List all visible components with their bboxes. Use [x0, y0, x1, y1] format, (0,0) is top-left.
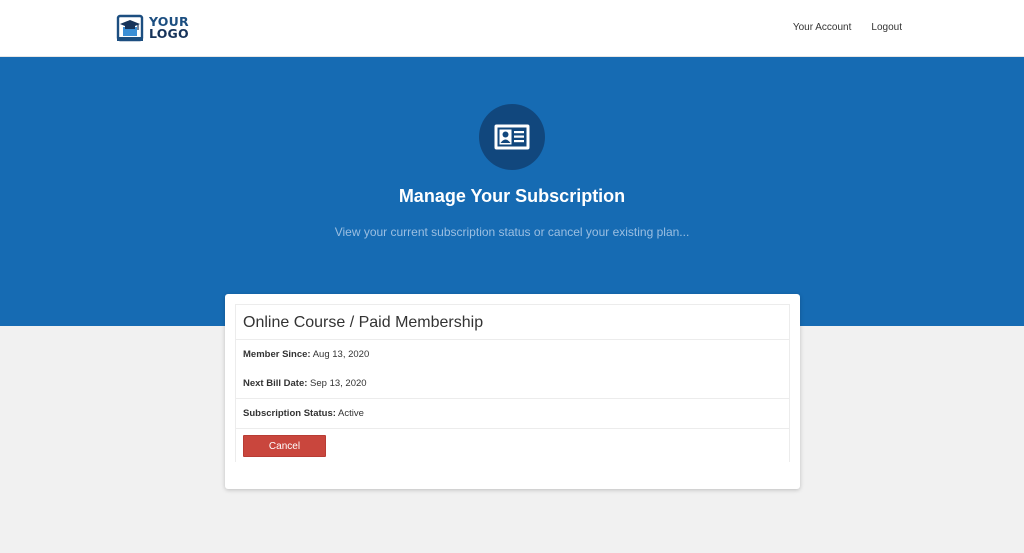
logout-link[interactable]: Logout [871, 22, 902, 33]
top-header: YOUR LOGO Your Account Logout [0, 0, 1024, 57]
logo-line-2: LOGO [149, 26, 189, 41]
next-bill-date-value: Sep 13, 2020 [310, 378, 367, 389]
hero-banner: Manage Your Subscription View your curre… [0, 57, 1024, 326]
member-since-label: Member Since: [243, 349, 311, 360]
graduation-cap-logo-icon [116, 14, 144, 42]
your-account-link[interactable]: Your Account [793, 22, 852, 33]
subscription-card: Online Course / Paid Membership Member S… [225, 294, 800, 489]
logo[interactable]: YOUR LOGO [116, 13, 189, 43]
subscription-status-label: Subscription Status: [243, 408, 336, 419]
id-card-icon [494, 124, 530, 150]
member-since-row: Member Since: Aug 13, 2020 [236, 349, 369, 360]
hero-icon-badge [479, 104, 545, 170]
subscription-panel: Online Course / Paid Membership Member S… [235, 304, 790, 462]
next-bill-date-label: Next Bill Date: [243, 378, 308, 389]
header-nav: Your Account Logout [793, 22, 902, 33]
subscription-status-row: Subscription Status: Active [236, 408, 364, 419]
page-subtitle: View your current subscription status or… [334, 225, 690, 239]
next-bill-date-row: Next Bill Date: Sep 13, 2020 [236, 378, 367, 389]
page-title: Manage Your Subscription [398, 186, 626, 206]
member-since-value: Aug 13, 2020 [312, 349, 370, 360]
logo-text: YOUR LOGO [149, 15, 189, 41]
subscription-status-value: Active [338, 408, 364, 419]
divider [236, 398, 789, 399]
subscription-title: Online Course / Paid Membership [236, 305, 789, 340]
cancel-subscription-button[interactable]: Cancel [243, 435, 326, 457]
divider [236, 428, 789, 429]
